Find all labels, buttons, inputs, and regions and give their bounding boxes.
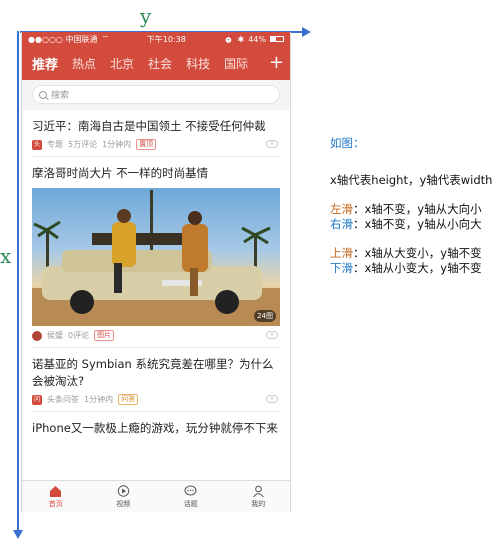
image-count-badge: 24图 <box>254 310 276 322</box>
qa-badge-icon: 问 <box>32 394 42 405</box>
car-photo-illustration <box>32 190 280 326</box>
x-axis-arrow-line <box>17 31 19 531</box>
dislike-close-icon[interactable]: × <box>266 331 278 339</box>
chat-icon <box>184 485 197 495</box>
add-channel-icon[interactable]: + <box>269 54 284 72</box>
dislike-close-icon[interactable]: × <box>266 395 278 403</box>
y-axis-arrowhead <box>302 27 311 37</box>
swipe-down-label: 下滑 <box>330 261 353 275</box>
tab-channel[interactable]: 科技 <box>186 55 210 72</box>
search-icon <box>39 90 47 99</box>
notes-spacer <box>330 232 504 246</box>
article-title[interactable]: 摩洛哥时尚大片 不一样的时尚基情 <box>32 165 280 182</box>
tab-channel[interactable]: 热点 <box>72 55 96 72</box>
tab-label: 我的 <box>251 499 266 508</box>
wifi-icon: ⌔ <box>101 34 109 43</box>
article-item[interactable]: iPhone又一款极上瘾的游戏，玩分钟就停不下来 <box>32 412 280 443</box>
article-tag: 问答 <box>118 394 139 405</box>
battery-percent: 44% <box>248 34 266 44</box>
home-icon <box>50 485 62 497</box>
y-axis-label: y <box>140 4 152 28</box>
article-time: 1分钟内 <box>102 140 132 149</box>
swipe-left-text: ：x轴不变，y轴从大向小 <box>353 202 482 216</box>
notes-axis-definition: x轴代表height，y轴代表width <box>330 173 493 187</box>
article-item[interactable]: 习近平：南海自古是中国领土 不接受任何仲裁 头 专题 5万评论 1分钟内 置顶 … <box>32 110 280 157</box>
alarm-icon: ⏰ <box>223 34 234 44</box>
article-item[interactable]: 摩洛哥时尚大片 不一样的时尚基情 24图 侯璧 0评论 图片 × <box>32 157 280 348</box>
status-bar: ●●○○○ 中国联通 ⌔ 下午10:38 ⏰ ✱ 44% <box>22 32 290 46</box>
article-title[interactable]: 习近平：南海自古是中国领土 不接受任何仲裁 <box>32 118 280 135</box>
dislike-close-icon[interactable]: × <box>266 140 278 148</box>
article-photo[interactable]: 24图 <box>32 188 280 326</box>
phone-screen: ●●○○○ 中国联通 ⌔ 下午10:38 ⏰ ✱ 44% 推荐 热点 北京 社会 科技国… <box>21 32 291 512</box>
bottom-tab-bar: 首页 视频 话题 我的 <box>22 480 291 512</box>
bluetooth-icon: ✱ <box>237 34 245 44</box>
swipe-up-label: 上滑 <box>330 246 353 260</box>
article-item[interactable]: 诺基亚的 Symbian 系统究竟差在哪里？为什么会被淘汰? 问 头条问答 1分… <box>32 348 280 412</box>
article-meta: 侯璧 0评论 图片 × <box>32 330 280 341</box>
swipe-down-text: ：x轴从小变大，y轴不变 <box>353 261 482 275</box>
tab-label: 首页 <box>48 499 63 508</box>
tab-mine[interactable]: 我的 <box>225 481 291 512</box>
search-input[interactable]: 搜索 <box>32 85 280 104</box>
channel-nav: 推荐 热点 北京 社会 科技 国际 + <box>22 46 290 80</box>
article-source: 侯璧 <box>47 331 63 340</box>
tab-home[interactable]: 首页 <box>22 481 90 512</box>
article-comments: 5万评论 <box>68 140 98 149</box>
user-icon <box>252 485 264 497</box>
article-time: 1分钟内 <box>84 395 114 404</box>
tab-channel[interactable]: 国际 <box>224 55 248 72</box>
article-meta: 问 头条问答 1分钟内 问答 × <box>32 394 280 405</box>
notes-spacer <box>330 188 504 202</box>
article-source: 头条问答 <box>47 395 79 404</box>
swipe-left-label: 左滑 <box>330 202 353 216</box>
tab-video[interactable]: 视频 <box>90 481 158 512</box>
tab-label: 话题 <box>183 499 198 508</box>
gesture-notes: 如图： x轴代表height，y轴代表width 左滑：x轴不变，y轴从大向小 … <box>330 136 504 276</box>
article-source: 专题 <box>47 140 63 149</box>
notes-swipe-left: 左滑：x轴不变，y轴从大向小 <box>330 202 504 217</box>
article-meta: 头 专题 5万评论 1分钟内 置顶 × <box>32 139 280 150</box>
tab-channel[interactable]: 社会 <box>148 55 172 72</box>
carrier-text: ●●○○○ 中国联通 <box>28 34 98 44</box>
notes-swipe-down: 下滑：x轴从小变大，y轴不变 <box>330 261 504 276</box>
article-title[interactable]: iPhone又一款极上瘾的游戏，玩分钟就停不下来 <box>32 420 280 437</box>
tab-topic[interactable]: 话题 <box>157 481 225 512</box>
search-placeholder: 搜索 <box>51 91 70 101</box>
status-time: 下午10:38 <box>146 34 186 44</box>
article-tag: 图片 <box>94 330 115 341</box>
author-avatar <box>32 330 42 341</box>
notes-heading: 如图： <box>330 136 365 150</box>
tab-channel[interactable]: 推荐 <box>32 54 58 73</box>
carrier-info: ●●○○○ 中国联通 ⌔ <box>28 34 109 45</box>
tab-label: 视频 <box>116 499 131 508</box>
battery-icon <box>270 36 284 42</box>
notes-swipe-up: 上滑：x轴从大变小，y轴不变 <box>330 246 504 261</box>
tab-channel[interactable]: 北京 <box>110 55 134 72</box>
swipe-right-label: 右滑 <box>330 217 353 231</box>
status-right: ⏰ ✱ 44% <box>224 35 284 44</box>
news-feed: 习近平：南海自古是中国领土 不接受任何仲裁 头 专题 5万评论 1分钟内 置顶 … <box>22 110 290 443</box>
topic-badge-icon: 头 <box>32 139 42 150</box>
x-axis-label: x <box>0 244 12 268</box>
article-tag: 置顶 <box>136 139 157 150</box>
notes-spacer <box>330 151 504 173</box>
search-bar: 搜索 <box>22 80 290 110</box>
swipe-right-text: ：x轴不变，y轴从小向大 <box>353 217 482 231</box>
notes-swipe-right: 右滑：x轴不变，y轴从小向大 <box>330 217 504 232</box>
article-title[interactable]: 诺基亚的 Symbian 系统究竟差在哪里？为什么会被淘汰? <box>32 356 280 390</box>
x-axis-arrowhead <box>13 530 23 539</box>
article-comments: 0评论 <box>68 331 90 340</box>
annotated-screenshot: { "axes": { "y_label": "y", "x_label": "… <box>0 0 504 550</box>
channel-tabs: 推荐 热点 北京 社会 科技 国际 <box>32 54 265 73</box>
swipe-up-text: ：x轴从大变小，y轴不变 <box>353 246 482 260</box>
play-icon <box>117 484 129 497</box>
